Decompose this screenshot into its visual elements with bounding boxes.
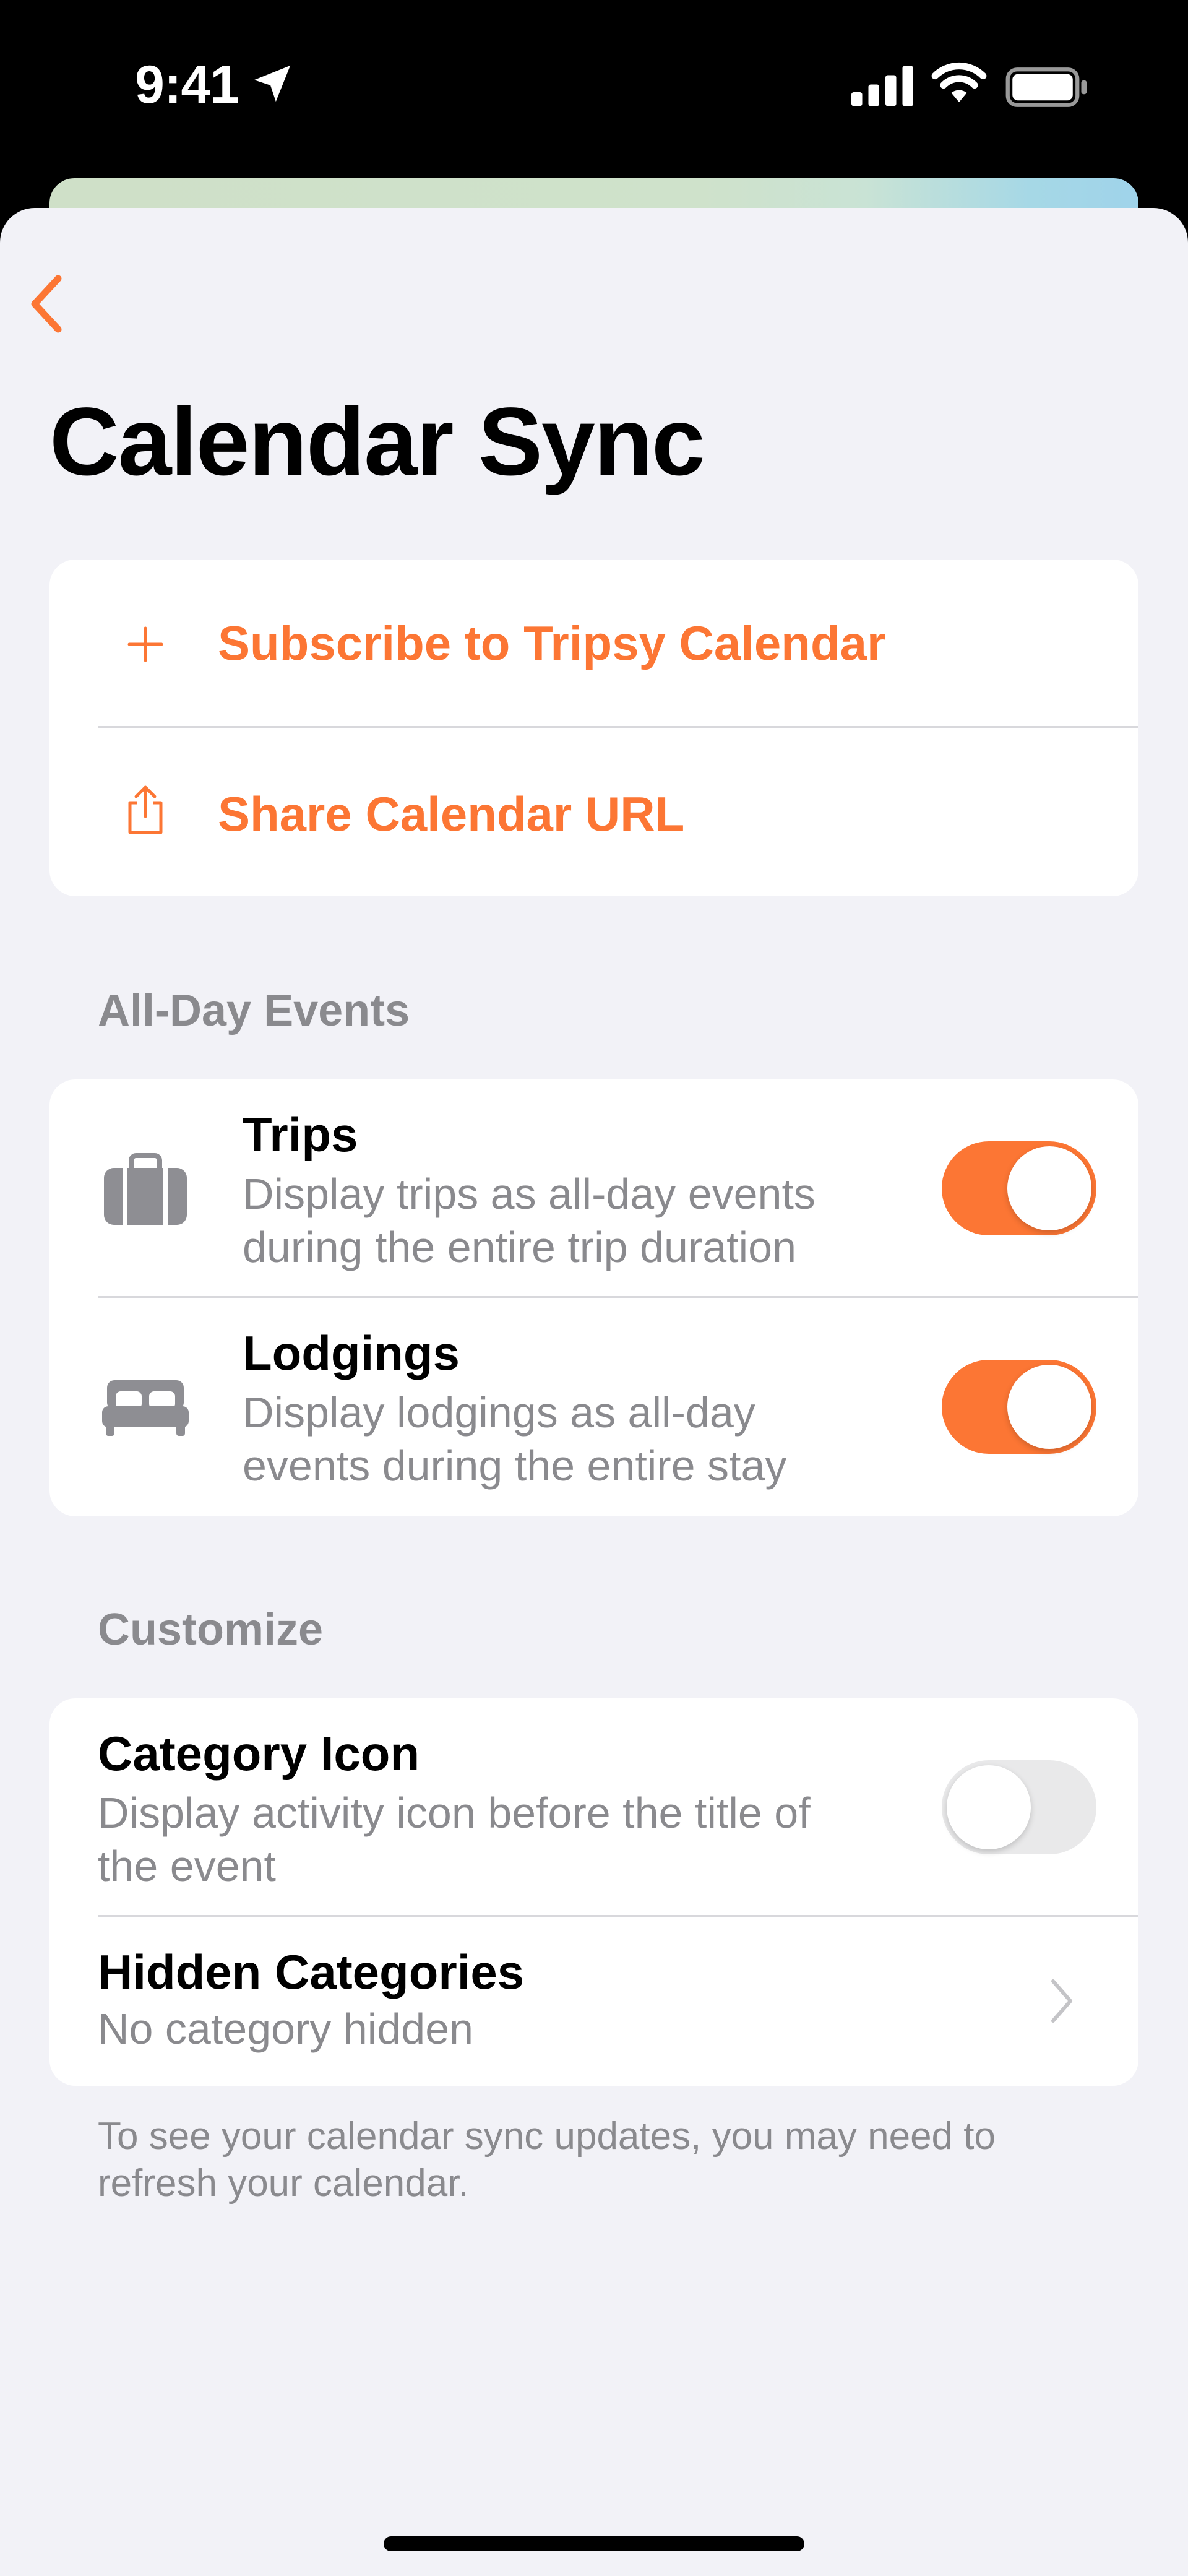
all-day-events-group: Trips Display trips as all-day events du… [50, 1079, 1138, 1516]
category-icon-subtitle-line1: Display activity icon before the title o… [98, 1789, 811, 1837]
trips-subtitle: Display trips as all-day events during t… [243, 1167, 816, 1274]
chevron-left-icon [31, 275, 62, 333]
lodgings-title: Lodgings [243, 1326, 460, 1380]
trips-subtitle-line2: during the entire trip duration [243, 1223, 796, 1271]
subscribe-calendar-label: Subscribe to Tripsy Calendar [218, 616, 886, 670]
wifi-icon [931, 62, 987, 102]
page-title: Calendar Sync [50, 388, 705, 496]
share-calendar-url-label: Share Calendar URL [218, 787, 685, 841]
share-icon [118, 782, 173, 838]
calendar-actions-group: Subscribe to Tripsy Calendar Share Calen… [50, 560, 1138, 896]
category-icon-subtitle: Display activity icon before the title o… [98, 1786, 811, 1893]
share-calendar-url-button[interactable]: Share Calendar URL [50, 728, 1138, 896]
toggle-knob [1007, 1146, 1091, 1230]
plus-icon [118, 616, 173, 672]
category-icon-title: Category Icon [98, 1726, 420, 1781]
lodgings-toggle[interactable] [942, 1360, 1096, 1454]
category-icon-row: Category Icon Display activity icon befo… [50, 1698, 1138, 1917]
lodgings-subtitle: Display lodgings as all-day events durin… [243, 1386, 786, 1492]
hidden-categories-title: Hidden Categories [98, 1945, 525, 1999]
trips-subtitle-line1: Display trips as all-day events [243, 1170, 816, 1218]
all-day-events-header: All-Day Events [98, 986, 410, 1035]
battery-icon [1005, 67, 1087, 107]
customize-header: Customize [98, 1605, 324, 1654]
sync-footer-note: To see your calendar sync updates, you m… [98, 2115, 996, 2205]
home-indicator [384, 2536, 804, 2551]
suitcase-icon [99, 1143, 192, 1235]
lodgings-subtitle-line1: Display lodgings as all-day [243, 1388, 755, 1437]
lodgings-subtitle-line2: events during the entire stay [243, 1441, 787, 1490]
category-icon-subtitle-line2: the event [98, 1842, 276, 1890]
status-time: 9:41 [135, 55, 239, 115]
back-button[interactable] [19, 264, 74, 344]
chevron-right-icon [1051, 1979, 1072, 2023]
calendar-sync-sheet: Calendar Sync Subscribe to Tripsy Calend… [0, 208, 1188, 2576]
trips-title: Trips [243, 1107, 358, 1162]
lodgings-row: Lodgings Display lodgings as all-day eve… [50, 1298, 1138, 1516]
toggle-knob [947, 1765, 1031, 1849]
status-bar: 9:41 [0, 0, 1188, 179]
subscribe-calendar-button[interactable]: Subscribe to Tripsy Calendar [50, 560, 1138, 728]
trips-row: Trips Display trips as all-day events du… [50, 1079, 1138, 1298]
location-arrow-icon [254, 65, 291, 102]
cellular-signal-icon [851, 66, 913, 106]
trips-toggle[interactable] [942, 1141, 1096, 1235]
bed-icon [99, 1360, 192, 1453]
category-icon-toggle[interactable] [942, 1760, 1096, 1854]
toggle-knob [1007, 1365, 1091, 1449]
customize-group: Category Icon Display activity icon befo… [50, 1698, 1138, 2086]
hidden-categories-subtitle: No category hidden [98, 2005, 474, 2053]
hidden-categories-row[interactable]: Hidden Categories No category hidden [50, 1917, 1138, 2086]
